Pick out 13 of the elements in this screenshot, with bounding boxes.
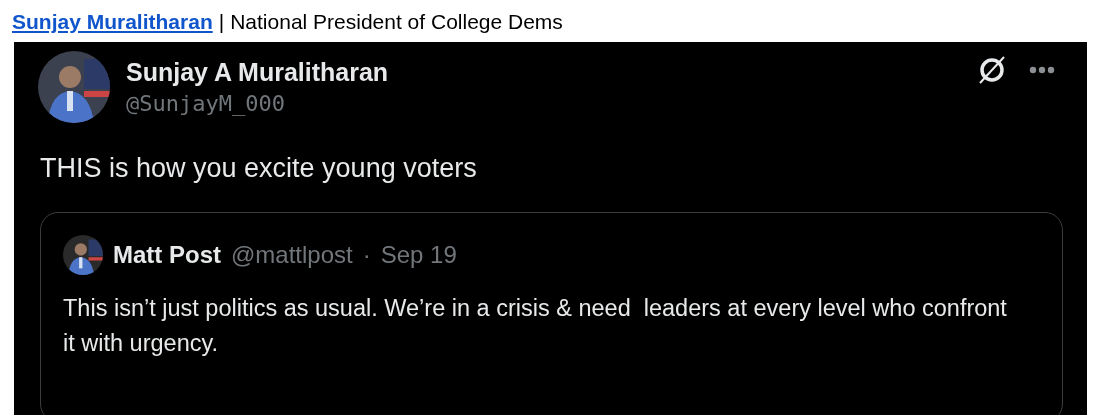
slashed-circle-icon[interactable] [977, 55, 1007, 85]
author-name: Sunjay A Muralitharan [126, 58, 389, 87]
dot-separator: · [362, 241, 371, 269]
profile-link[interactable]: Sunjay Muralitharan [12, 10, 213, 34]
quoted-text: This isn’t just politics as usual. We’re in a crisis & need leaders at every level who confront it with urgency. [63, 294, 1008, 358]
separator: | [218, 10, 225, 34]
quoted-date: Sep 19 [380, 241, 457, 269]
quoted-author-name: Matt Post [113, 241, 221, 269]
more-icon[interactable] [1029, 66, 1055, 74]
quoted-author-handle: @mattlpost [231, 241, 353, 269]
header-title: National President of College Dems [230, 10, 563, 34]
tweet-text: THIS is how you excite young voters [40, 153, 478, 184]
author-handle: @SunjayM_000 [126, 91, 285, 116]
